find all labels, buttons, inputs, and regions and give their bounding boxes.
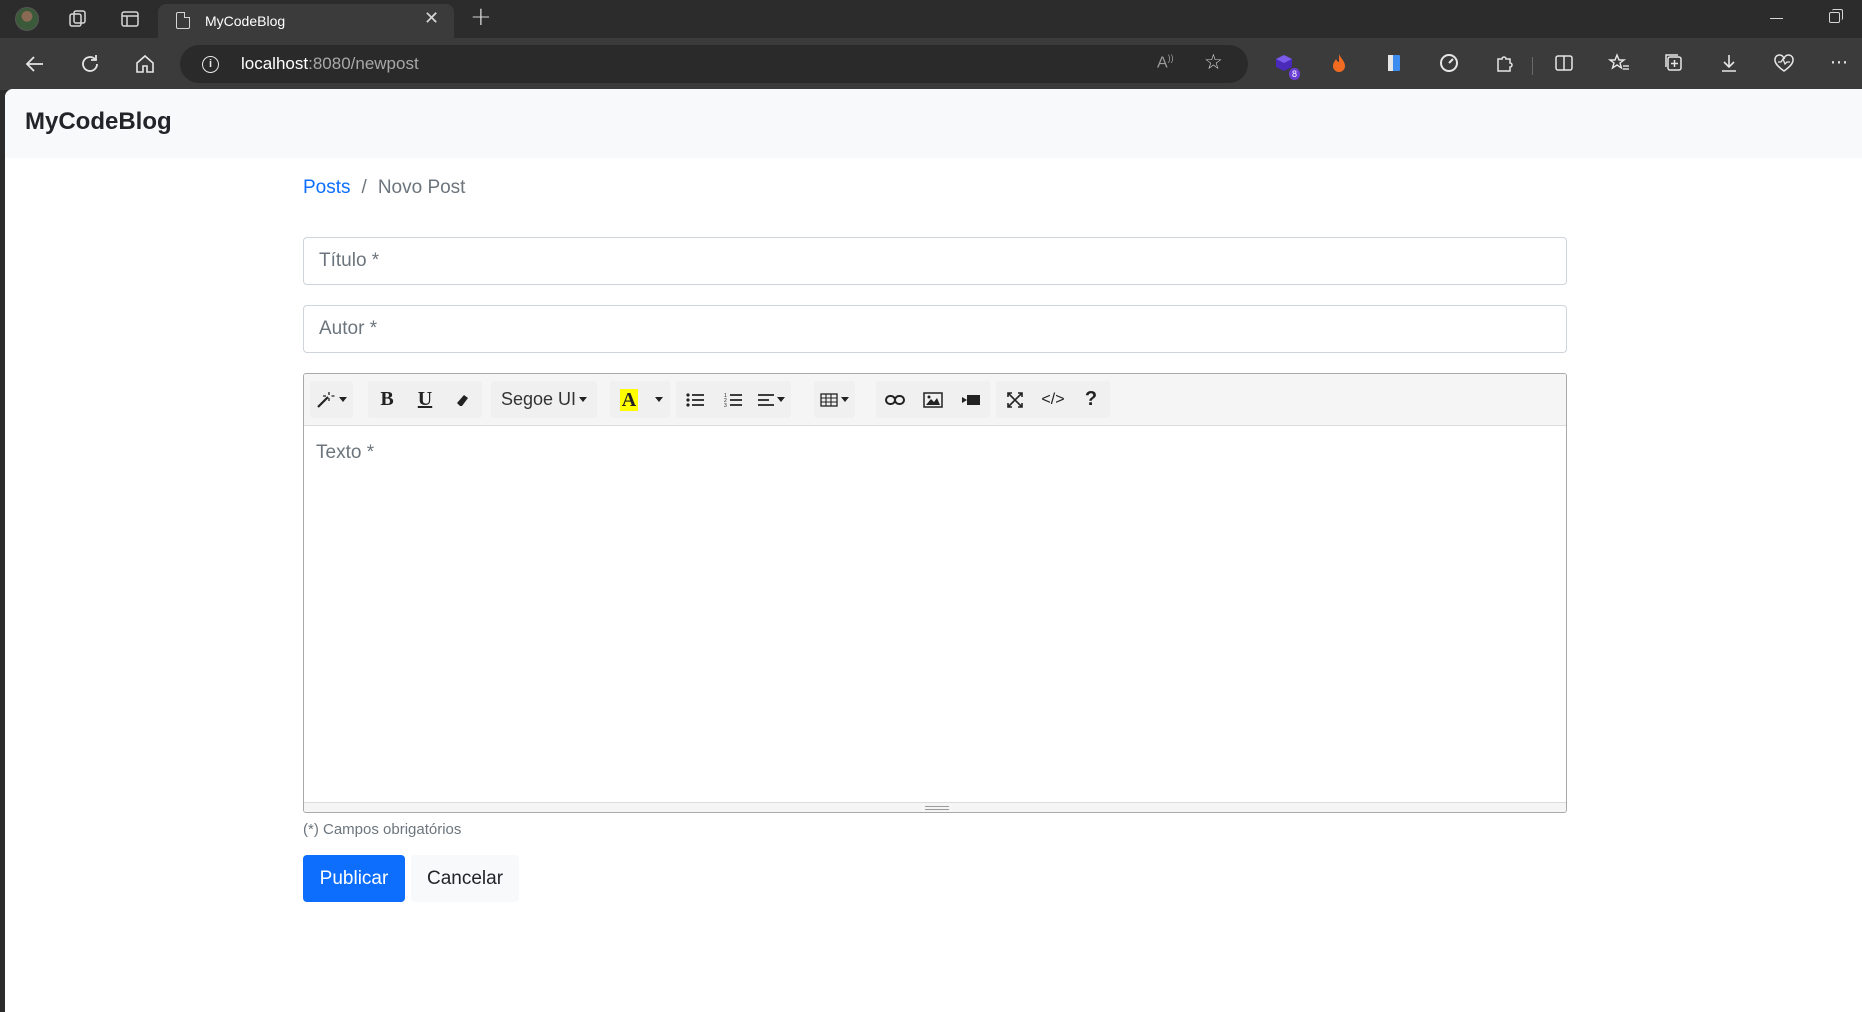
- unordered-list-icon[interactable]: [676, 381, 714, 418]
- favorites-icon[interactable]: [1605, 49, 1633, 77]
- table-icon[interactable]: [814, 381, 855, 418]
- title-input[interactable]: [303, 237, 1567, 285]
- view-group: </> ?: [996, 381, 1110, 418]
- publish-button[interactable]: Publicar: [303, 855, 405, 902]
- tab-actions-icon[interactable]: [118, 7, 142, 31]
- url-host: localhost: [241, 54, 309, 73]
- editor-resize-bar[interactable]: [304, 802, 1566, 812]
- site-info-icon[interactable]: i: [202, 56, 219, 73]
- image-icon[interactable]: [914, 381, 952, 418]
- minimize-icon[interactable]: [1770, 18, 1783, 19]
- toolbar-separator: [1532, 57, 1533, 75]
- collections-icon[interactable]: [1660, 49, 1688, 77]
- magic-wand-icon[interactable]: [310, 381, 353, 418]
- extension-cube-icon[interactable]: 8: [1270, 49, 1300, 80]
- extension-book-icon[interactable]: [1380, 49, 1408, 77]
- page-icon: [176, 12, 190, 29]
- breadcrumb: Posts / Novo Post: [303, 177, 465, 199]
- highlight-color-button[interactable]: A: [610, 381, 648, 418]
- browser-tab-bar: MyCodeBlog ✕ +: [0, 0, 1862, 38]
- more-menu-icon[interactable]: ···: [1825, 49, 1853, 77]
- svg-text:3: 3: [724, 403, 727, 408]
- workspaces-icon[interactable]: [66, 7, 90, 31]
- profile-avatar[interactable]: [15, 7, 39, 31]
- refresh-icon[interactable]: [75, 49, 105, 79]
- breadcrumb-current: Novo Post: [377, 177, 466, 198]
- code-view-button[interactable]: </>: [1034, 381, 1072, 418]
- new-tab-icon[interactable]: +: [470, 2, 492, 32]
- extension-flame-icon[interactable]: [1325, 49, 1353, 77]
- font-name-group: Segoe UI: [491, 381, 598, 418]
- restore-icon[interactable]: [1829, 9, 1843, 23]
- cancel-button[interactable]: Cancelar: [411, 855, 519, 902]
- browser-tab[interactable]: MyCodeBlog ✕: [158, 4, 454, 38]
- url-text[interactable]: localhost:8080/newpost: [241, 54, 419, 74]
- link-icon[interactable]: [876, 381, 914, 418]
- video-icon[interactable]: [952, 381, 990, 418]
- insert-group: [876, 381, 990, 418]
- table-group: [814, 381, 855, 418]
- text-editor-area[interactable]: Texto *: [304, 426, 1566, 801]
- editor-toolbar: B U Segoe UI A 123 </> ?: [304, 374, 1566, 426]
- page-viewport: MyCodeBlog Posts / Novo Post B U S: [5, 89, 1862, 1012]
- font-name-dropdown[interactable]: Segoe UI: [491, 381, 597, 418]
- bold-button[interactable]: B: [368, 381, 406, 418]
- address-bar[interactable]: i localhost:8080/newpost A)) ☆: [180, 45, 1248, 83]
- read-aloud-icon[interactable]: A)): [1157, 53, 1174, 72]
- favorite-star-icon[interactable]: ☆: [1204, 50, 1223, 74]
- color-dropdown-caret[interactable]: [648, 381, 670, 418]
- back-icon[interactable]: [20, 49, 50, 79]
- breadcrumb-separator: /: [361, 177, 367, 198]
- close-icon[interactable]: ✕: [424, 8, 439, 29]
- author-input[interactable]: [303, 305, 1567, 353]
- eraser-icon[interactable]: [444, 381, 482, 418]
- home-icon[interactable]: [130, 49, 160, 79]
- downloads-icon[interactable]: [1715, 49, 1743, 77]
- ordered-list-icon[interactable]: 123: [714, 381, 752, 418]
- highlight-letter: A: [619, 388, 639, 411]
- help-button[interactable]: ?: [1072, 381, 1110, 418]
- para-group: 123: [676, 381, 791, 418]
- style-group: [310, 381, 353, 418]
- tab-title: MyCodeBlog: [205, 13, 286, 29]
- extension-gauge-icon[interactable]: [1435, 49, 1463, 77]
- font-name-label: Segoe UI: [501, 389, 577, 409]
- rich-text-editor: B U Segoe UI A 123 </> ? Texto *: [303, 373, 1567, 813]
- resize-grip-icon[interactable]: [925, 806, 949, 810]
- brand-logo-text[interactable]: MyCodeBlog: [25, 108, 172, 136]
- align-icon[interactable]: [752, 381, 791, 418]
- underline-button[interactable]: U: [406, 381, 444, 418]
- required-fields-note: (*) Campos obrigatórios: [303, 821, 462, 838]
- font-style-group: B U: [368, 381, 482, 418]
- fullscreen-icon[interactable]: [996, 381, 1034, 418]
- color-group: A: [610, 381, 670, 418]
- extension-badge: 8: [1288, 68, 1300, 80]
- url-path: :8080/newpost: [308, 54, 419, 73]
- site-header: MyCodeBlog: [5, 89, 1862, 158]
- extensions-puzzle-icon[interactable]: [1490, 49, 1518, 77]
- split-screen-icon[interactable]: [1550, 49, 1578, 77]
- browser-toolbar: i localhost:8080/newpost A)) ☆ 8 ···: [0, 38, 1862, 90]
- breadcrumb-posts-link[interactable]: Posts: [303, 177, 351, 199]
- browser-essentials-icon[interactable]: [1770, 49, 1798, 77]
